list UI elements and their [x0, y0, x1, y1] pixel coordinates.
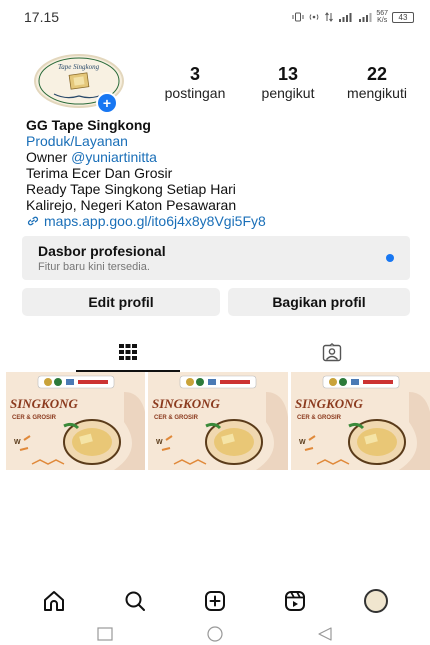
- link-icon: [27, 216, 39, 226]
- post-thumbnail[interactable]: SINGKONG CER & GROSIR W: [6, 372, 146, 470]
- status-bar: 17.15 567 K/s 43: [0, 0, 430, 34]
- reels-icon: [285, 591, 306, 611]
- nav-home[interactable]: [39, 586, 69, 616]
- back-icon[interactable]: [316, 626, 334, 642]
- post-title: SINGKONG: [295, 396, 364, 411]
- owner-prefix: Owner: [26, 149, 72, 165]
- post-image: SINGKONG CER & GROSIR W: [290, 372, 430, 470]
- post-thumbnail[interactable]: SINGKONG CER & GROSIR W: [290, 372, 430, 470]
- battery-level: 43: [398, 12, 408, 22]
- bio-line: Terima Ecer Dan Grosir: [26, 165, 173, 181]
- status-icons: 567 K/s 43: [292, 10, 414, 24]
- hotspot-icon: [309, 14, 319, 20]
- recent-apps-icon[interactable]: [96, 626, 114, 641]
- post-subtitle: CER & GROSIR: [12, 415, 57, 421]
- vibrate-icon: [292, 12, 304, 22]
- svg-text:W: W: [299, 439, 306, 446]
- nav-profile[interactable]: [361, 586, 391, 616]
- search-icon: [125, 591, 145, 611]
- profile-category[interactable]: Produk/Layanan: [26, 133, 416, 149]
- dashboard-subtitle: Fitur baru kini tersedia.: [38, 261, 150, 273]
- nav-create[interactable]: [200, 586, 230, 616]
- battery-icon: 43: [392, 11, 414, 23]
- post-title: SINGKONG: [152, 396, 221, 411]
- svg-text:W: W: [156, 439, 163, 446]
- svg-text:W: W: [14, 439, 21, 446]
- post-title: SINGKONG: [10, 396, 79, 411]
- profile-avatar-small: [363, 589, 388, 613]
- stat-value: 3: [189, 64, 200, 84]
- edit-profile-button[interactable]: Edit profil: [22, 288, 220, 316]
- posts-grid: SINGKONG CER & GROSIR W SINGKONG CER & G…: [6, 372, 430, 470]
- bio-line: Kalirejo, Negeri Katon Pesawaran: [26, 197, 237, 213]
- tab-tagged[interactable]: [280, 334, 384, 372]
- profile-link-text[interactable]: maps.app.goo.gl/ito6j4x8y8Vgi5Fy8: [44, 213, 266, 229]
- profile-name: GG Tape Singkong: [26, 117, 151, 133]
- stat-posts[interactable]: 3 postingan: [150, 64, 240, 102]
- stat-label: pengikut: [261, 85, 315, 101]
- profile-avatar-wrap[interactable]: Tape Singkong +: [34, 54, 124, 114]
- speed-unit: K/s: [377, 17, 388, 24]
- profile-tabs: [0, 334, 430, 372]
- profile-link[interactable]: maps.app.goo.gl/ito6j4x8y8Vgi5Fy8: [26, 213, 416, 229]
- stat-value: 22: [366, 64, 388, 84]
- post-thumbnail[interactable]: SINGKONG CER & GROSIR W: [148, 372, 288, 470]
- profile-owner-line: Owner @yuniartinitta: [26, 149, 416, 165]
- grid-icon: [119, 344, 137, 360]
- nav-reels[interactable]: [280, 586, 310, 616]
- stat-label: mengikuti: [347, 85, 407, 101]
- create-icon: [204, 591, 225, 611]
- post-subtitle: CER & GROSIR: [297, 415, 342, 421]
- add-story-button[interactable]: +: [96, 92, 118, 114]
- tagged-person-icon: [322, 343, 342, 362]
- dashboard-title: Dasbor profesional: [38, 243, 166, 259]
- home-circle-icon[interactable]: [206, 625, 224, 643]
- share-profile-button[interactable]: Bagikan profil: [228, 288, 410, 316]
- bio-line: Ready Tape Singkong Setiap Hari: [26, 181, 236, 197]
- stat-value: 13: [277, 64, 299, 84]
- signal-icon: [359, 13, 372, 22]
- bottom-nav: [0, 584, 430, 618]
- post-image: SINGKONG CER & GROSIR W: [148, 372, 288, 470]
- data-arrows-icon: [325, 12, 334, 22]
- status-time: 17.15: [24, 9, 60, 25]
- post-image: SINGKONG CER & GROSIR W: [6, 372, 146, 470]
- avatar-logo-text: Tape Singkong: [58, 63, 100, 71]
- signal-4g-icon: [339, 13, 352, 22]
- stat-followers[interactable]: 13 pengikut: [243, 64, 333, 102]
- speed-icon: 567 K/s: [376, 10, 388, 24]
- profile-bio: GG Tape Singkong Produk/Layanan Owner @y…: [26, 117, 416, 229]
- system-nav: [0, 622, 430, 645]
- speed-value: 567: [376, 10, 388, 17]
- stat-label: postingan: [164, 85, 226, 101]
- nav-search[interactable]: [120, 586, 150, 616]
- post-subtitle: CER & GROSIR: [154, 415, 199, 421]
- new-feature-dot: [386, 254, 394, 262]
- stat-following[interactable]: 22 mengikuti: [332, 64, 422, 102]
- professional-dashboard[interactable]: Dasbor profesional Fitur baru kini terse…: [22, 236, 410, 280]
- owner-mention-link[interactable]: @yuniartinitta: [71, 149, 157, 165]
- tab-posts-grid[interactable]: [76, 334, 180, 372]
- home-icon: [44, 591, 65, 611]
